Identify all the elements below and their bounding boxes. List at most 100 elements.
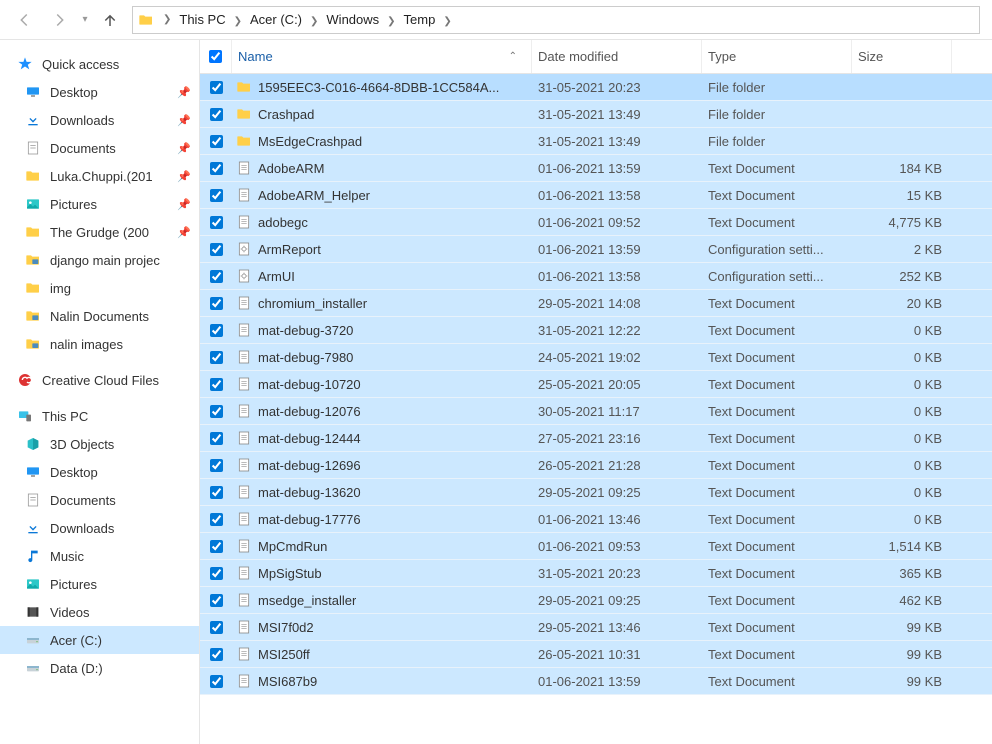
file-name-cell[interactable]: mat-debug-13620 [232,484,532,500]
nav-forward-button[interactable] [42,2,78,38]
file-name-cell[interactable]: ArmReport [232,241,532,257]
sidebar-creative-cloud[interactable]: Creative Cloud Files [0,366,199,394]
file-name-cell[interactable]: AdobeARM_Helper [232,187,532,203]
breadcrumb-segment[interactable]: Temp [402,10,438,29]
sidebar-item[interactable]: Documents [0,486,199,514]
recent-locations-dropdown[interactable]: ▾ [78,14,92,25]
file-name-cell[interactable]: mat-debug-3720 [232,322,532,338]
file-row[interactable]: MSI687b901-06-2021 13:59Text Document99 … [200,668,992,695]
row-checkbox[interactable] [200,432,232,445]
breadcrumb-segment[interactable]: Windows [324,10,381,29]
file-name-cell[interactable]: MsEdgeCrashpad [232,133,532,149]
file-row[interactable]: mat-debug-1777601-06-2021 13:46Text Docu… [200,506,992,533]
file-name-cell[interactable]: mat-debug-12444 [232,430,532,446]
file-name-cell[interactable]: mat-debug-7980 [232,349,532,365]
row-checkbox[interactable] [200,324,232,337]
file-name-cell[interactable]: Crashpad [232,106,532,122]
file-name-cell[interactable]: AdobeARM [232,160,532,176]
breadcrumb-segment[interactable]: This PC [177,10,227,29]
file-row[interactable]: 1595EEC3-C016-4664-8DBB-1CC584A...31-05-… [200,74,992,101]
sidebar-item[interactable]: Downloads [0,514,199,542]
sidebar-item[interactable]: The Grudge (200📌 [0,218,199,246]
file-row[interactable]: chromium_installer29-05-2021 14:08Text D… [200,290,992,317]
sidebar-item[interactable]: img [0,274,199,302]
row-checkbox[interactable] [200,648,232,661]
column-header-size[interactable]: Size [852,40,952,73]
file-row[interactable]: mat-debug-798024-05-2021 19:02Text Docum… [200,344,992,371]
row-checkbox[interactable] [200,351,232,364]
row-checkbox[interactable] [200,81,232,94]
file-name-cell[interactable]: mat-debug-17776 [232,511,532,527]
file-name-cell[interactable]: chromium_installer [232,295,532,311]
row-checkbox[interactable] [200,108,232,121]
row-checkbox[interactable] [200,189,232,202]
breadcrumb-box[interactable]: ❯ This PC❯Acer (C:)❯Windows❯Temp❯ [132,6,980,34]
sidebar-this-pc[interactable]: This PC [0,402,199,430]
file-row[interactable]: MSI250ff26-05-2021 10:31Text Document99 … [200,641,992,668]
row-checkbox[interactable] [200,567,232,580]
file-row[interactable]: mat-debug-1072025-05-2021 20:05Text Docu… [200,371,992,398]
sidebar-item[interactable]: Luka.Chuppi.(201📌 [0,162,199,190]
sidebar-quick-access[interactable]: Quick access [0,50,199,78]
sidebar-item[interactable]: Nalin Documents [0,302,199,330]
row-checkbox[interactable] [200,135,232,148]
file-row[interactable]: Crashpad31-05-2021 13:49File folder [200,101,992,128]
sidebar-item[interactable]: Data (D:) [0,654,199,682]
select-all-checkbox[interactable] [200,40,232,73]
file-name-cell[interactable]: mat-debug-12696 [232,457,532,473]
row-checkbox[interactable] [200,540,232,553]
sidebar-item[interactable]: Desktop📌 [0,78,199,106]
nav-up-button[interactable] [92,2,128,38]
row-checkbox[interactable] [200,405,232,418]
file-row[interactable]: ArmUI01-06-2021 13:58Configuration setti… [200,263,992,290]
row-checkbox[interactable] [200,513,232,526]
column-header-type[interactable]: Type [702,40,852,73]
file-row[interactable]: MSI7f0d229-05-2021 13:46Text Document99 … [200,614,992,641]
file-row[interactable]: ArmReport01-06-2021 13:59Configuration s… [200,236,992,263]
file-row[interactable]: AdobeARM_Helper01-06-2021 13:58Text Docu… [200,182,992,209]
row-checkbox[interactable] [200,621,232,634]
row-checkbox[interactable] [200,270,232,283]
sidebar-item[interactable]: 3D Objects [0,430,199,458]
row-checkbox[interactable] [200,162,232,175]
file-name-cell[interactable]: ArmUI [232,268,532,284]
file-row[interactable]: MpSigStub31-05-2021 20:23Text Document36… [200,560,992,587]
file-name-cell[interactable]: mat-debug-10720 [232,376,532,392]
sidebar-item[interactable]: Documents📌 [0,134,199,162]
row-checkbox[interactable] [200,297,232,310]
chevron-right-icon[interactable]: ❯ [381,16,401,27]
sidebar-item[interactable]: Videos [0,598,199,626]
file-name-cell[interactable]: MSI687b9 [232,673,532,689]
file-row[interactable]: adobegc01-06-2021 09:52Text Document4,77… [200,209,992,236]
file-row[interactable]: AdobeARM01-06-2021 13:59Text Document184… [200,155,992,182]
file-row[interactable]: mat-debug-1207630-05-2021 11:17Text Docu… [200,398,992,425]
chevron-right-icon[interactable]: ❯ [304,16,324,27]
file-row[interactable]: mat-debug-372031-05-2021 12:22Text Docum… [200,317,992,344]
file-row[interactable]: mat-debug-1269626-05-2021 21:28Text Docu… [200,452,992,479]
column-header-date[interactable]: Date modified [532,40,702,73]
sidebar-item[interactable]: Downloads📌 [0,106,199,134]
row-checkbox[interactable] [200,675,232,688]
navigation-pane[interactable]: Quick access Desktop📌Downloads📌Documents… [0,40,200,744]
file-name-cell[interactable]: MSI7f0d2 [232,619,532,635]
file-name-cell[interactable]: MpSigStub [232,565,532,581]
column-header-name[interactable]: Name ⌃ [232,40,532,73]
file-name-cell[interactable]: mat-debug-12076 [232,403,532,419]
sidebar-item[interactable]: Music [0,542,199,570]
sidebar-item[interactable]: Pictures📌 [0,190,199,218]
row-checkbox[interactable] [200,486,232,499]
file-name-cell[interactable]: MSI250ff [232,646,532,662]
file-row[interactable]: mat-debug-1244427-05-2021 23:16Text Docu… [200,425,992,452]
breadcrumb-segment[interactable]: Acer (C:) [248,10,304,29]
chevron-right-icon[interactable]: ❯ [437,16,457,27]
row-checkbox[interactable] [200,459,232,472]
sidebar-item[interactable]: Acer (C:) [0,626,199,654]
sidebar-item[interactable]: nalin images [0,330,199,358]
file-name-cell[interactable]: MpCmdRun [232,538,532,554]
sidebar-item[interactable]: django main projec [0,246,199,274]
file-row[interactable]: msedge_installer29-05-2021 09:25Text Doc… [200,587,992,614]
file-row[interactable]: mat-debug-1362029-05-2021 09:25Text Docu… [200,479,992,506]
file-name-cell[interactable]: adobegc [232,214,532,230]
row-checkbox[interactable] [200,243,232,256]
row-checkbox[interactable] [200,216,232,229]
